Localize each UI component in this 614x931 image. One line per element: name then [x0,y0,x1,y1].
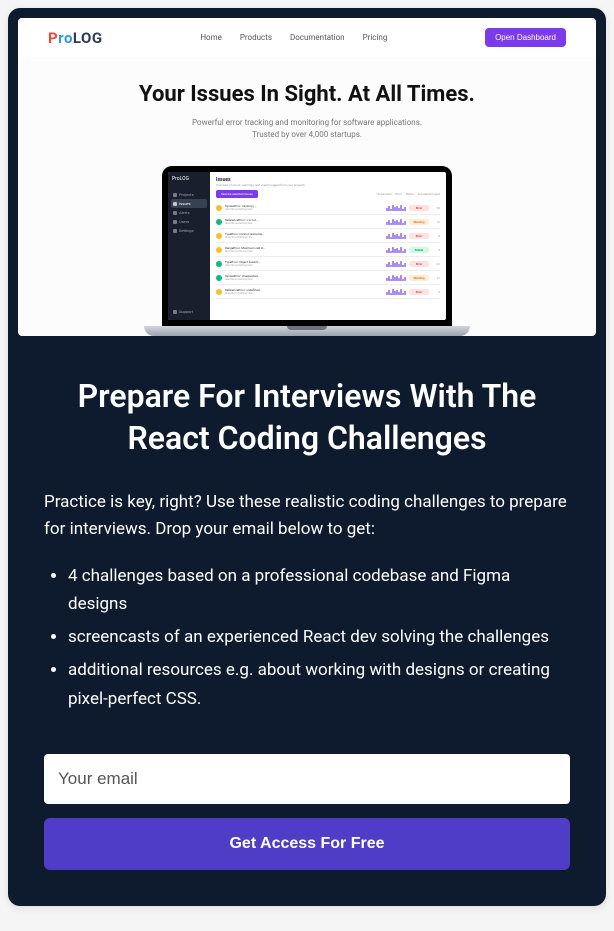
issue-row: ReferenceError: x is not…describe someth… [216,215,440,229]
nav-pricing[interactable]: Pricing [363,33,388,42]
status-badge: Error [409,233,429,239]
app-header: ProLOG Home Products Documentation Prici… [18,18,596,57]
laptop-base [144,326,470,336]
laptop-frame: ProLOG ProjectsIssuesAlertsUsersSettings… [162,166,452,336]
intro-text: Practice is key, right? Use these realis… [44,489,570,543]
filter-bar: Resolve selected issues Unresolved Error… [216,190,440,198]
issue-row: ReferenceError: undefined…describe somet… [216,285,440,299]
status-dot [216,289,222,295]
app-main: Issues Overview of errors, warnings, and… [210,172,446,320]
issue-count: 9 [432,290,440,294]
hero-content: Your Issues In Sight. At All Times. Powe… [18,57,596,156]
open-dashboard-button[interactable]: Open Dashboard [485,28,566,47]
sidebar-logo: ProLOG [171,176,207,182]
issue-row: TypeError: Cannot read prop…describe som… [216,229,440,243]
nav-icon [173,211,177,215]
sparkline [386,233,406,239]
issue-row: SyntaxError: missing ) …describe somethi… [216,201,440,215]
status-dot [216,275,222,281]
cta-button[interactable]: Get Access For Free [44,818,570,870]
issue-row: TypeError: Object doesn't…describe somet… [216,257,440,271]
promo-card: ProLOG Home Products Documentation Prici… [8,8,606,906]
issue-count: 25 [432,206,440,210]
nav-icon [173,202,177,206]
sparkline [386,289,406,295]
nav-icon [173,220,177,224]
bullet-item: 4 challenges based on a professional cod… [68,562,570,620]
sidebar-item: Issues [171,199,207,208]
status-badge: Warning [409,219,429,225]
nav-documentation[interactable]: Documentation [290,33,345,42]
issue-count: 5 [432,248,440,252]
nav-icon [173,229,177,233]
hero-title: Your Issues In Sight. At All Times. [58,82,556,107]
issue-list: SyntaxError: missing ) …describe somethi… [216,201,440,299]
issue-count: 17 [432,276,440,280]
nav-home[interactable]: Home [200,33,222,42]
issue-count: 22 [432,262,440,266]
main-heading: Prepare For Interviews With The React Co… [44,376,570,459]
sparkline [386,219,406,225]
issue-row: SyntaxError: Unexpected…describe somethi… [216,271,440,285]
logo-char-ro: ro [58,29,73,47]
issue-count: 8 [432,234,440,238]
laptop-app: ProLOG ProjectsIssuesAlertsUsersSettings… [168,172,446,320]
sidebar-item: Settings [171,226,207,235]
issues-subtitle: Overview of errors, warnings, and events… [216,183,440,187]
app-sidebar: ProLOG ProjectsIssuesAlertsUsersSettings… [168,172,210,320]
sidebar-item: Projects [171,190,207,199]
nav-icon [173,193,177,197]
status-badge: Error [409,261,429,267]
sparkline [386,247,406,253]
issue-row: RangeError: Maximum call st…describe som… [216,243,440,257]
status-badge: Warning [409,275,429,281]
status-dot [216,205,222,211]
sidebar-item-support: Support [171,307,207,316]
status-badge: Error [409,205,429,211]
status-dot [216,247,222,253]
status-dot [216,233,222,239]
hero-image: ProLOG Home Products Documentation Prici… [18,18,596,336]
status-dot [216,261,222,267]
laptop-screen: ProLOG ProjectsIssuesAlertsUsersSettings… [162,166,452,326]
app-logo: ProLOG [48,29,103,47]
status-dot [216,219,222,225]
support-icon [173,310,177,314]
resolve-button: Resolve selected issues [216,190,258,198]
bullet-item: screencasts of an experienced React dev … [68,623,570,652]
email-input[interactable] [44,754,570,804]
logo-char-log: LOG [73,29,103,47]
laptop-notch [287,326,327,330]
hero-subtitle: Powerful error tracking and monitoring f… [58,117,556,141]
sidebar-item: Alerts [171,208,207,217]
laptop-illustration: ProLOG ProjectsIssuesAlertsUsersSettings… [18,156,596,336]
nav-products[interactable]: Products [240,33,272,42]
content-section: Prepare For Interviews With The React Co… [8,346,606,906]
issue-count: 12 [432,220,440,224]
status-badge: Stable [409,247,429,253]
status-badge: Error [409,289,429,295]
sparkline [386,275,406,281]
nav-links: Home Products Documentation Pricing [200,33,387,42]
bullet-list: 4 challenges based on a professional cod… [44,562,570,714]
sidebar-item: Users [171,217,207,226]
sparkline [386,205,406,211]
sparkline [386,261,406,267]
bullet-item: additional resources e.g. about working … [68,656,570,714]
logo-char-p: P [48,29,58,47]
